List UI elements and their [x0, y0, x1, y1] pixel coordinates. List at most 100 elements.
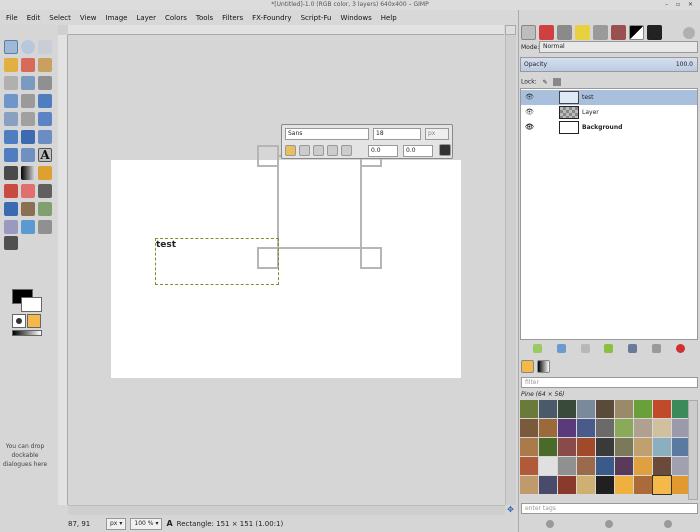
pattern-swatch[interactable] [539, 476, 557, 494]
pattern-swatch[interactable] [634, 457, 652, 475]
measure-icon[interactable] [21, 94, 35, 108]
pattern-swatch[interactable] [653, 400, 671, 418]
pencil-icon[interactable] [38, 166, 52, 180]
pattern-swatch[interactable] [596, 419, 614, 437]
zoom-icon[interactable] [4, 94, 18, 108]
zoom-selector[interactable]: 100 % ▾ [130, 517, 163, 530]
vertical-scrollbar[interactable] [505, 35, 516, 505]
pattern-swatch[interactable] [577, 476, 595, 494]
anchor-layer-icon[interactable] [651, 343, 661, 353]
pattern-swatch[interactable] [615, 476, 633, 494]
menu-tools[interactable]: Tools [193, 14, 219, 22]
raise-layer-icon[interactable] [580, 343, 590, 353]
vertical-ruler[interactable] [58, 35, 68, 505]
gradient-preview[interactable] [12, 330, 42, 336]
open-pattern-image-icon[interactable] [545, 520, 554, 528]
fuzzy-select-icon[interactable] [4, 58, 18, 72]
pattern-swatch[interactable] [520, 419, 538, 437]
perspective-clone-icon[interactable] [4, 220, 18, 234]
text-color-button[interactable] [439, 144, 451, 156]
blend-icon[interactable] [21, 166, 35, 180]
text-icon[interactable]: A [38, 148, 52, 162]
pattern-swatch[interactable] [672, 419, 688, 437]
pattern-swatch[interactable] [596, 438, 614, 456]
pattern-swatch[interactable] [577, 457, 595, 475]
navigate-button[interactable] [505, 25, 516, 35]
pattern-swatch[interactable] [615, 419, 633, 437]
pattern-swatch[interactable] [539, 400, 557, 418]
pattern-swatch[interactable] [539, 457, 557, 475]
menu-colors[interactable]: Colors [162, 14, 193, 22]
blur-icon[interactable] [21, 220, 35, 234]
menu-view[interactable]: View [77, 14, 103, 22]
delete-layer-icon[interactable] [675, 343, 685, 353]
paintbrush-icon[interactable] [4, 184, 18, 198]
pattern-swatch[interactable] [577, 400, 595, 418]
menu-select[interactable]: Select [46, 14, 77, 22]
pattern-swatch[interactable] [520, 457, 538, 475]
pattern-swatch[interactable] [520, 476, 538, 494]
color-select-icon[interactable] [21, 58, 35, 72]
layers-tab-icon[interactable] [521, 25, 536, 40]
pattern-swatch[interactable] [577, 438, 595, 456]
opacity-slider[interactable]: Opacity 100.0 [520, 57, 698, 72]
visibility-eye-icon[interactable]: 👁 [525, 108, 534, 116]
window-controls[interactable]: – ▫ ✕ [665, 1, 696, 8]
dock-menu-icon[interactable] [683, 27, 695, 39]
duplicate-layer-icon[interactable] [628, 343, 638, 353]
pattern-swatch[interactable] [634, 419, 652, 437]
new-layer-group-icon[interactable] [557, 343, 567, 353]
bold-icon[interactable] [299, 145, 310, 156]
zoom-fit-icon[interactable]: ✥ [505, 505, 516, 515]
color-picker-icon[interactable] [38, 76, 52, 90]
pattern-swatch[interactable] [596, 476, 614, 494]
pattern-swatch[interactable] [558, 419, 576, 437]
visibility-eye-icon[interactable]: 👁 [525, 93, 534, 101]
menu-fx-foundry[interactable]: FX-Foundry [249, 14, 297, 22]
pattern-swatch[interactable] [634, 400, 652, 418]
pattern-swatch[interactable] [558, 438, 576, 456]
pattern-swatch[interactable] [672, 476, 688, 494]
scissors-select-icon[interactable] [38, 58, 52, 72]
italic-icon[interactable] [313, 145, 324, 156]
refresh-patterns-icon[interactable] [604, 520, 613, 528]
layer-row-background[interactable]: 👁 Background [521, 120, 697, 135]
pattern-preview[interactable] [27, 314, 41, 328]
patterns-tab-icon[interactable] [521, 360, 534, 373]
shear-icon[interactable] [21, 130, 35, 144]
free-select-icon[interactable] [38, 40, 52, 54]
layer-row-layer[interactable]: 👁 Layer [521, 105, 697, 120]
mode-select[interactable]: Normal [539, 41, 698, 53]
pattern-swatch[interactable] [615, 400, 633, 418]
pattern-options-icon[interactable] [664, 520, 673, 528]
unit-selector[interactable]: px ▾ [106, 517, 127, 530]
cage-icon[interactable] [21, 148, 35, 162]
ellipse-select-icon[interactable] [21, 40, 35, 54]
crop-icon[interactable] [21, 112, 35, 126]
gradients-tab-icon[interactable] [537, 360, 550, 373]
eraser-icon[interactable] [21, 184, 35, 198]
rect-select-icon[interactable] [4, 40, 18, 54]
font-size-field[interactable]: 18 [373, 128, 421, 140]
paths-tab-icon[interactable] [557, 25, 572, 40]
histogram-tab-icon[interactable] [593, 25, 608, 40]
fg-bg-tab-icon[interactable] [629, 25, 644, 40]
menu-layer[interactable]: Layer [133, 14, 162, 22]
unit-select[interactable]: px [425, 128, 449, 140]
pattern-swatch[interactable] [634, 438, 652, 456]
menu-image[interactable]: Image [103, 14, 134, 22]
smudge-icon[interactable] [38, 220, 52, 234]
pattern-swatch[interactable] [615, 438, 633, 456]
pattern-swatch[interactable] [558, 476, 576, 494]
pattern-swatch[interactable] [653, 457, 671, 475]
pattern-swatch[interactable] [558, 457, 576, 475]
pattern-swatch[interactable] [672, 400, 688, 418]
strikethrough-icon[interactable] [341, 145, 352, 156]
baseline-field[interactable]: 0.0 [368, 145, 398, 157]
perspective-icon[interactable] [38, 130, 52, 144]
ruler-corner[interactable] [58, 25, 68, 35]
rotate-icon[interactable] [38, 112, 52, 126]
ink-icon[interactable] [4, 202, 18, 216]
colormap-tab-icon[interactable] [575, 25, 590, 40]
menu-windows[interactable]: Windows [337, 14, 377, 22]
